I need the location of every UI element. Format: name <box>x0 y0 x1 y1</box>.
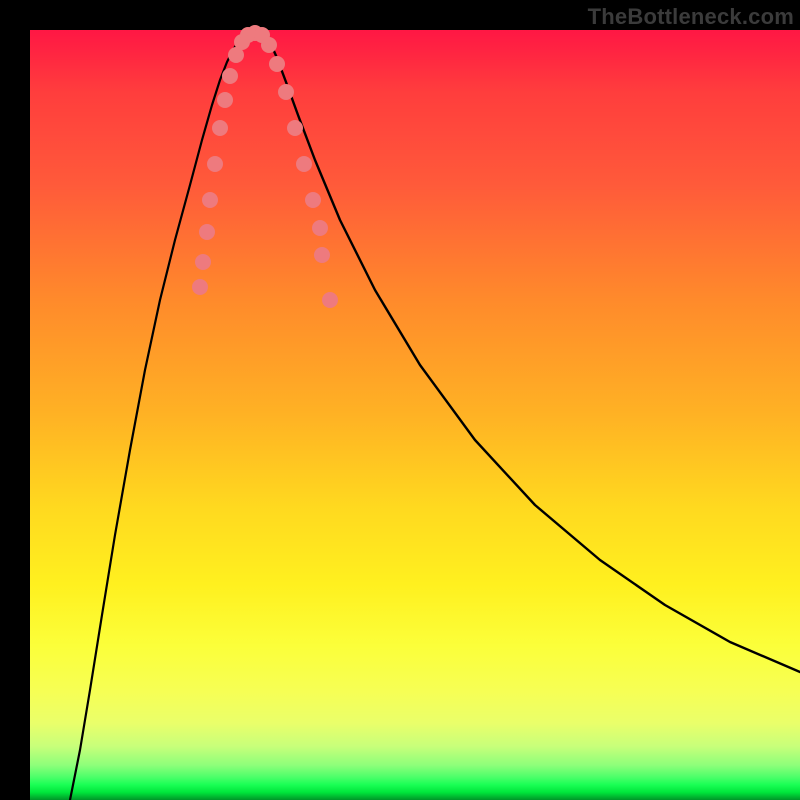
data-point <box>305 192 321 208</box>
data-point <box>261 37 277 53</box>
series-left-curve <box>70 34 245 800</box>
data-point <box>217 92 233 108</box>
chart-frame: TheBottleneck.com <box>0 0 800 800</box>
data-point <box>199 224 215 240</box>
series-right-curve <box>265 34 800 672</box>
data-point <box>296 156 312 172</box>
data-point <box>287 120 303 136</box>
watermark-text: TheBottleneck.com <box>588 4 794 30</box>
data-point <box>192 279 208 295</box>
data-point <box>202 192 218 208</box>
data-point <box>195 254 211 270</box>
data-point <box>212 120 228 136</box>
data-point <box>312 220 328 236</box>
data-point <box>278 84 294 100</box>
data-point <box>207 156 223 172</box>
data-point <box>314 247 330 263</box>
data-point <box>269 56 285 72</box>
plot-area <box>30 30 800 800</box>
data-point <box>322 292 338 308</box>
scatter-group <box>192 25 338 308</box>
chart-svg <box>30 30 800 800</box>
series-group <box>70 33 800 800</box>
data-point <box>222 68 238 84</box>
